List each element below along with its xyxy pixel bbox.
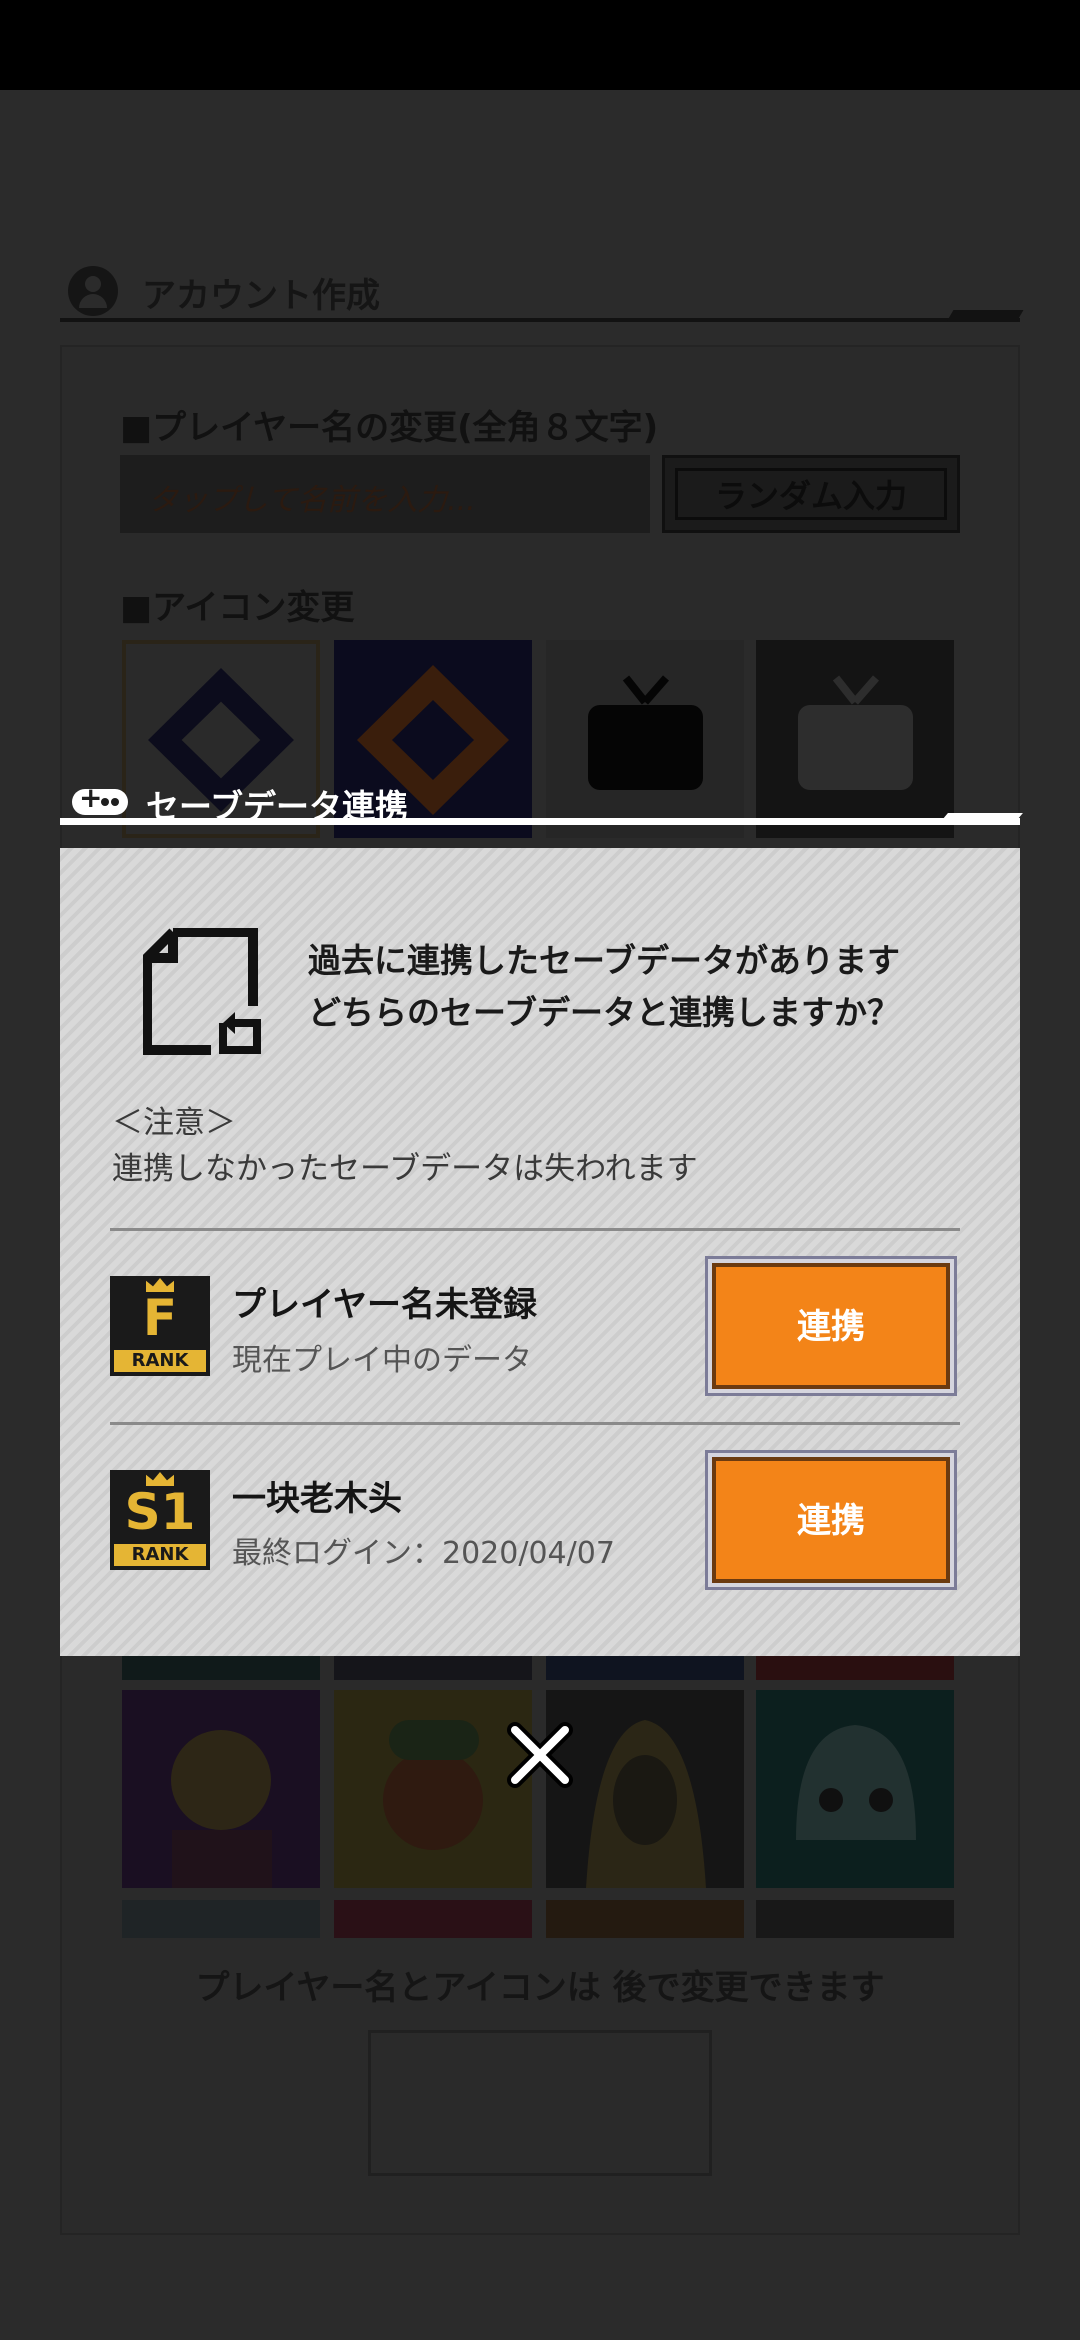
user-icon xyxy=(68,266,118,316)
icon-option-partial-2[interactable] xyxy=(334,1656,532,1680)
close-icon[interactable] xyxy=(505,1720,575,1790)
dialog-message: 過去に連携したセーブデータがあります どちらのセーブデータと連携しますか？ xyxy=(308,935,900,1039)
icon-option-partial-8[interactable] xyxy=(756,1900,954,1938)
divider xyxy=(110,1422,960,1425)
icon-option-partial-1[interactable] xyxy=(122,1656,320,1680)
entry-subtext: 最終ログイン：2020/04/07 xyxy=(232,1536,615,1571)
icon-option-character-2[interactable] xyxy=(334,1690,532,1888)
status-bar xyxy=(0,0,1080,90)
modal-header-line xyxy=(60,818,1020,825)
gamepad-icon xyxy=(72,781,128,815)
icon-option-partial-7[interactable] xyxy=(546,1900,744,1938)
dialog-message-line1: 過去に連携したセーブデータがあります xyxy=(308,941,901,980)
icon-option-character-3[interactable] xyxy=(546,1690,744,1888)
icon-option-character-4[interactable] xyxy=(756,1690,954,1888)
entry-subtext: 現在プレイ中のデータ xyxy=(232,1343,532,1378)
icon-option-partial-6[interactable] xyxy=(334,1900,532,1938)
rank-badge-s1: S1 RANK xyxy=(110,1470,210,1570)
link-current-data-button[interactable]: 連携 xyxy=(705,1256,957,1396)
rank-label: RANK xyxy=(114,1350,206,1372)
icon-option-partial-5[interactable] xyxy=(122,1900,320,1938)
link-button-label: 連携 xyxy=(712,1457,950,1583)
random-input-label: ランダム入力 xyxy=(675,468,947,520)
header-notch xyxy=(946,310,1024,322)
dialog-message-line2: どちらのセーブデータと連携しますか？ xyxy=(308,993,901,1032)
rank-badge-f: F RANK xyxy=(110,1276,210,1376)
notice-body: 連携しなかったセーブデータは失われます xyxy=(112,1151,698,1187)
dialog-notice: ＜注意＞ 連携しなかったセーブデータは失われます xyxy=(112,1100,698,1192)
random-input-button[interactable]: ランダム入力 xyxy=(662,455,960,533)
notice-title: ＜注意＞ xyxy=(112,1105,236,1141)
link-past-data-button[interactable]: 連携 xyxy=(705,1450,957,1590)
modal-header-notch xyxy=(942,813,1023,820)
account-header: アカウント作成 xyxy=(60,260,1024,322)
player-name-input[interactable]: タップして名前を入力... xyxy=(120,455,650,533)
divider xyxy=(110,1228,960,1231)
rank-letter: F xyxy=(142,1289,178,1347)
link-button-label: 連携 xyxy=(712,1263,950,1389)
icon-option-character-1[interactable] xyxy=(122,1690,320,1888)
entry-name: 一块老木头 xyxy=(232,1479,402,1519)
account-title: アカウント作成 xyxy=(142,276,380,316)
name-section-label: ■プレイヤー名の変更(全角８文字) xyxy=(120,408,659,448)
rank-letter: S1 xyxy=(124,1483,196,1541)
bottom-note: プレイヤー名とアイコンは 後で変更できます xyxy=(195,1968,885,2008)
entry-name: プレイヤー名未登録 xyxy=(232,1285,537,1325)
file-sync-icon xyxy=(143,928,261,1055)
confirm-button[interactable] xyxy=(368,2030,712,2176)
icon-option-partial-3[interactable] xyxy=(546,1656,744,1680)
icon-option-partial-4[interactable] xyxy=(756,1656,954,1680)
rank-label: RANK xyxy=(114,1544,206,1566)
icon-section-label: ■アイコン変更 xyxy=(120,588,355,628)
